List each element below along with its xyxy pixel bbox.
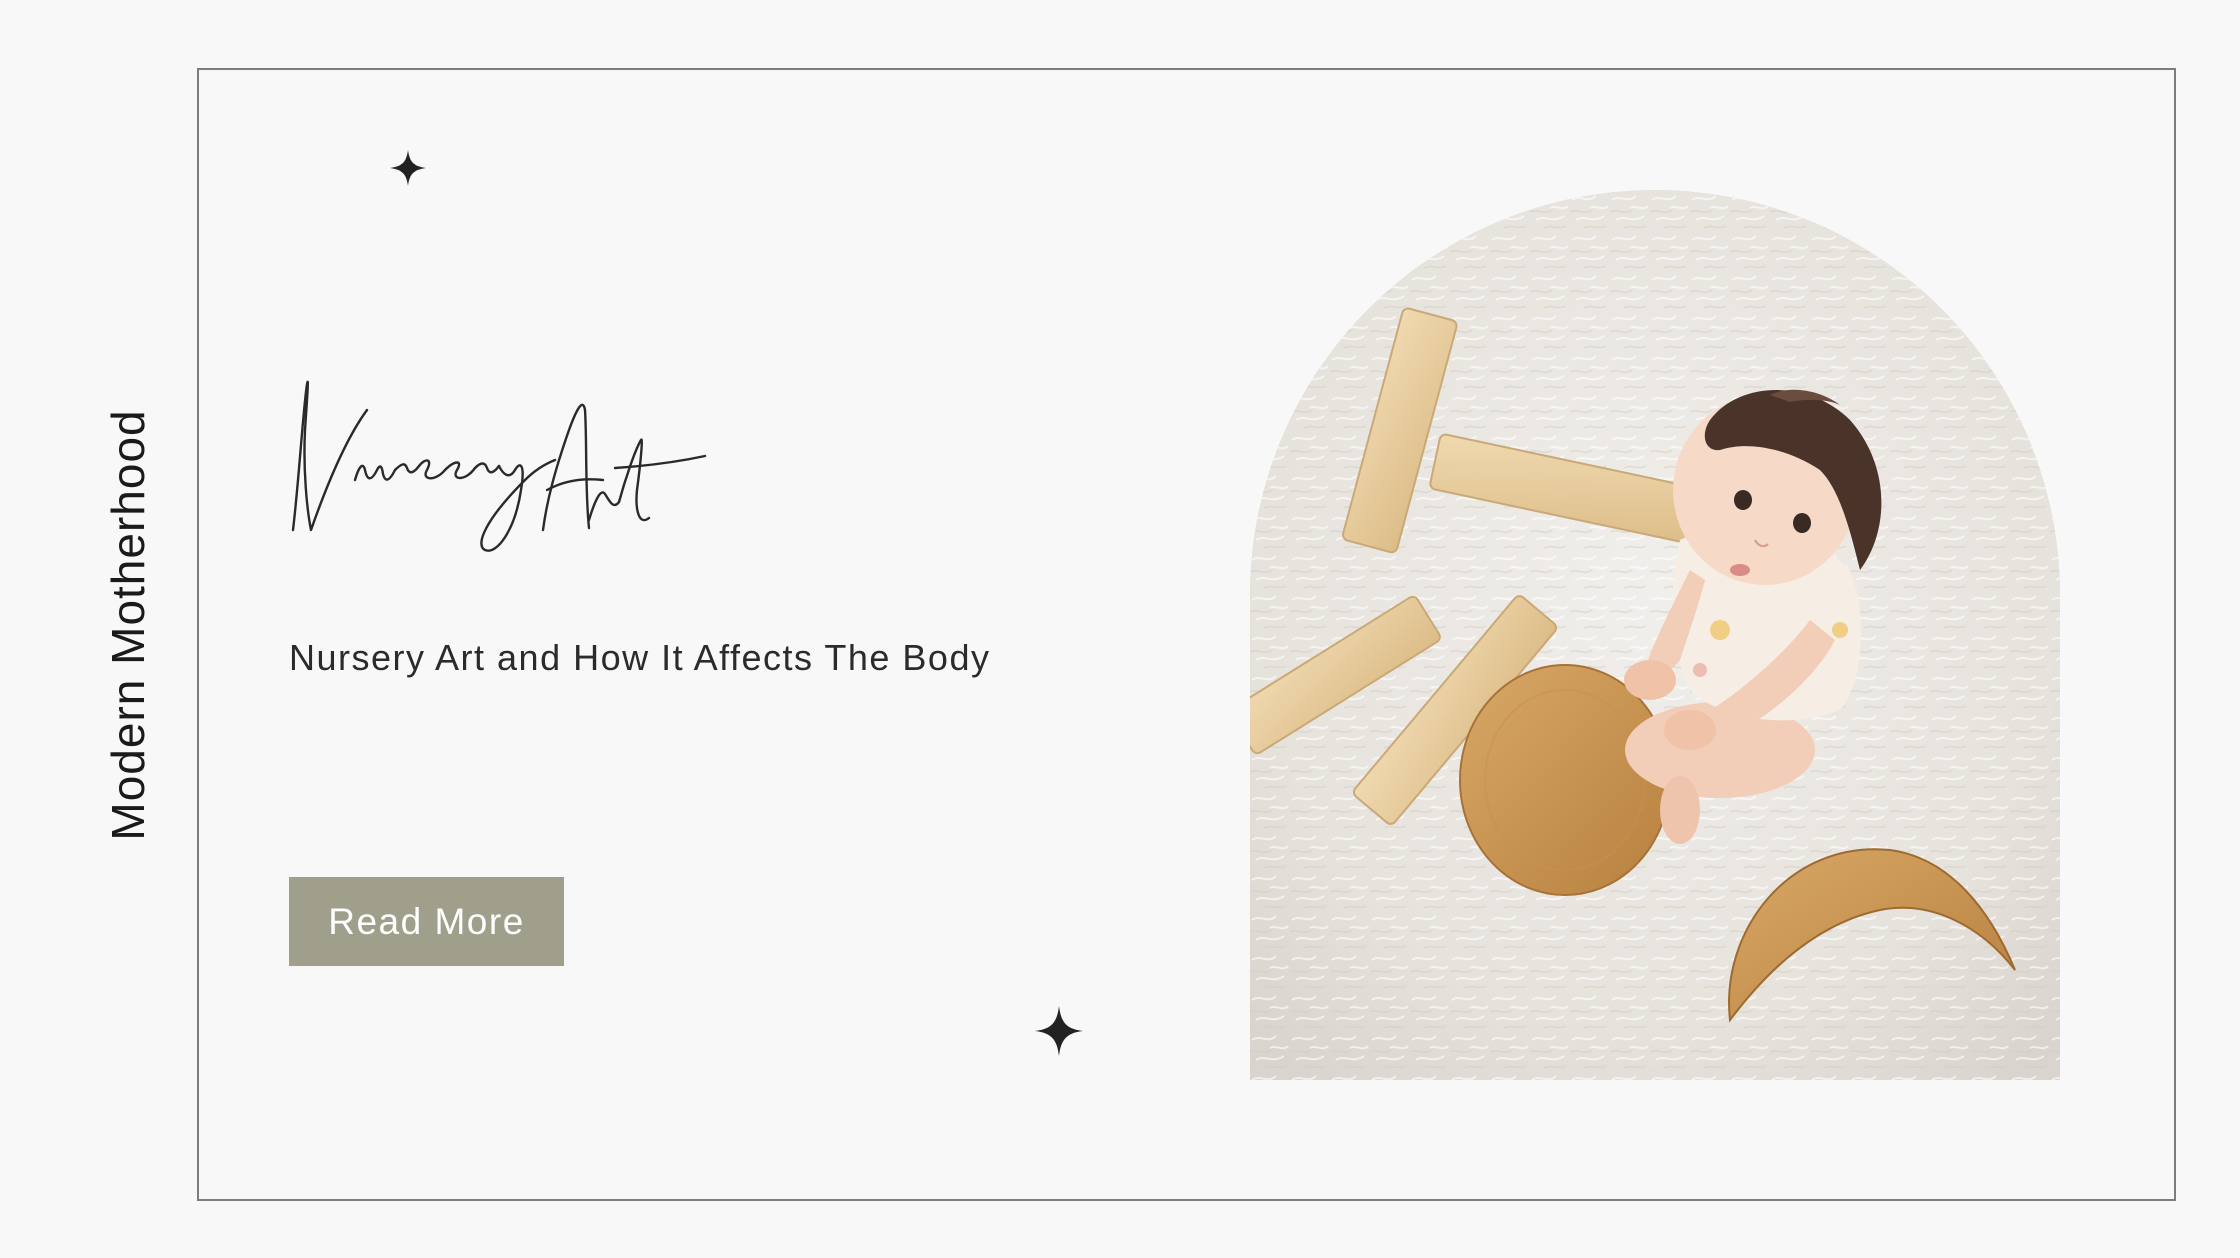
read-more-button[interactable]: Read More — [289, 877, 564, 966]
script-title-lettering — [291, 380, 707, 552]
hero-photo — [1250, 190, 2060, 1080]
sparkle-icon — [1035, 1006, 1083, 1056]
side-label: Modern Motherhood — [102, 409, 154, 841]
sparkle-icon — [390, 150, 426, 186]
page: Modern Motherhood Nursery Art and How It… — [0, 0, 2240, 1258]
page-title: Nursery Art — [285, 370, 885, 570]
subtitle: Nursery Art and How It Affects The Body — [289, 637, 991, 678]
photo-illustration — [1250, 190, 2060, 1080]
